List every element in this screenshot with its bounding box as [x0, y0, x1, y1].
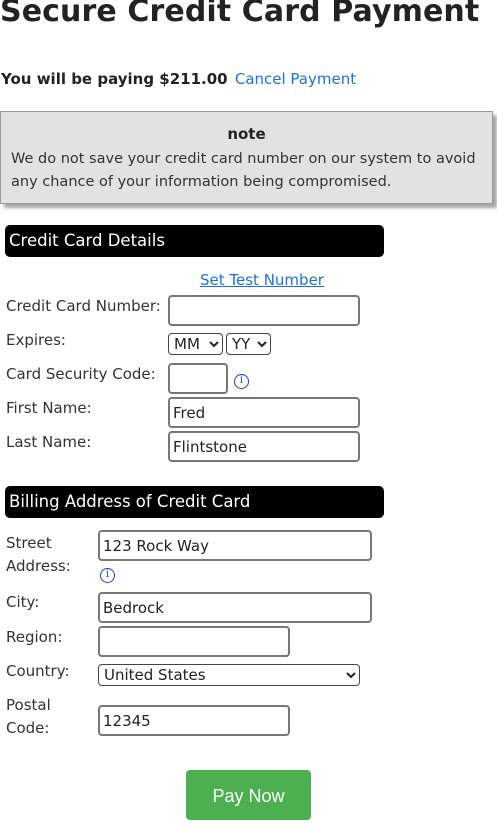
- region-field[interactable]: [98, 626, 290, 657]
- last-name-label: Last Name:: [6, 433, 92, 451]
- postal-code-field[interactable]: [98, 705, 290, 736]
- first-name-field[interactable]: [168, 397, 360, 428]
- city-label: City:: [6, 593, 40, 611]
- card-details-heading: Credit Card Details: [5, 225, 384, 257]
- expires-year-select[interactable]: YY: [226, 333, 271, 355]
- postal-code-label: Postal Code:: [6, 696, 51, 737]
- last-name-field[interactable]: [168, 431, 360, 462]
- card-number-label: Credit Card Number:: [6, 297, 161, 315]
- street-address-field[interactable]: [98, 530, 372, 561]
- country-label: Country:: [6, 662, 70, 680]
- billing-address-heading: Billing Address of Credit Card: [5, 486, 384, 518]
- street-address-label: Street Address:: [6, 534, 71, 575]
- first-name-label: First Name:: [6, 399, 92, 417]
- card-number-field[interactable]: [168, 295, 360, 326]
- pay-now-button[interactable]: Pay Now: [186, 770, 311, 820]
- country-select[interactable]: United States: [98, 664, 360, 686]
- cancel-payment-link[interactable]: Cancel Payment: [235, 70, 356, 88]
- security-code-label: Card Security Code:: [6, 365, 156, 383]
- expires-label: Expires:: [6, 331, 66, 349]
- note-box: note We do not save your credit card num…: [0, 111, 493, 204]
- security-code-field[interactable]: [168, 363, 228, 394]
- security-code-info-icon[interactable]: i: [234, 374, 249, 389]
- note-heading: note: [227, 125, 266, 143]
- payment-amount-text: You will be paying $211.00: [1, 70, 228, 88]
- set-test-number-link[interactable]: Set Test Number: [200, 271, 324, 289]
- page-title: Secure Credit Card Payment: [0, 0, 480, 29]
- payment-amount-line: You will be paying $211.00 Cancel Paymen…: [1, 70, 356, 88]
- note-text: We do not save your credit card number o…: [11, 151, 476, 190]
- city-field[interactable]: [98, 592, 372, 623]
- expires-month-select[interactable]: MM: [168, 333, 223, 355]
- region-label: Region:: [6, 628, 63, 646]
- street-address-info-icon[interactable]: i: [100, 568, 115, 583]
